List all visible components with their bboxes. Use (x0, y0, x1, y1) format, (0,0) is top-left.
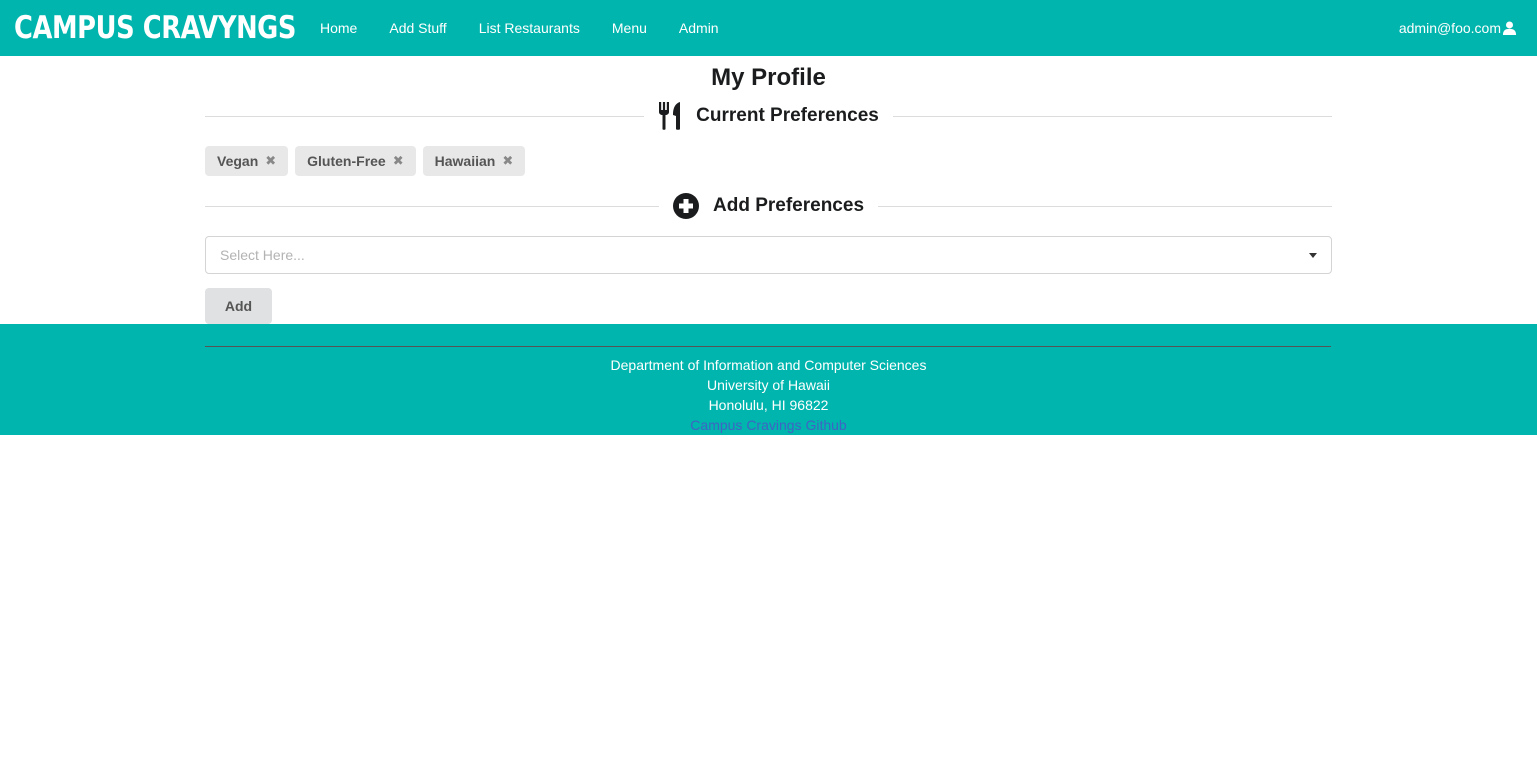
add-preferences-header: Add Preferences (659, 193, 878, 219)
divider-line (205, 115, 645, 117)
footer-address: Honolulu, HI 96822 (708, 397, 829, 413)
brand-logo[interactable]: CAMPUS CRAVYNGS (14, 0, 296, 56)
nav-item-home[interactable]: Home (320, 20, 357, 36)
current-preferences-label: Current Preferences (696, 105, 879, 126)
footer: Department of Information and Computer S… (0, 324, 1537, 435)
page-title: My Profile (711, 64, 826, 91)
nav-item-list-restaurants[interactable]: List Restaurants (479, 20, 580, 36)
current-preferences-divider: Current Preferences (205, 98, 1333, 134)
chevron-down-icon (1309, 253, 1317, 258)
nav-menu: Home Add Stuff List Restaurants Menu Adm… (320, 20, 751, 36)
divider-line (205, 205, 659, 207)
preference-label: Hawaiian (434, 153, 496, 169)
preference-chips: Vegan ✖ Gluten-Free ✖ Hawaiian ✖ (205, 146, 532, 176)
preference-label: Gluten-Free (307, 153, 386, 169)
divider-line (892, 115, 1333, 117)
preference-chip: Vegan ✖ (205, 146, 289, 176)
add-preferences-divider: Add Preferences (205, 188, 1333, 224)
preference-select[interactable]: Select Here... (205, 236, 1332, 274)
nav-item-menu[interactable]: Menu (612, 20, 647, 36)
divider-line (878, 205, 1333, 207)
utensils-icon (659, 102, 681, 130)
github-link[interactable]: Campus Cravings Github (690, 417, 846, 433)
close-icon[interactable]: ✖ (393, 153, 404, 169)
preference-chip: Gluten-Free ✖ (295, 146, 416, 176)
add-button[interactable]: Add (205, 288, 272, 324)
footer-university: University of Hawaii (707, 377, 830, 393)
plus-circle-icon (673, 193, 699, 219)
top-navbar: CAMPUS CRAVYNGS Home Add Stuff List Rest… (0, 0, 1537, 56)
footer-divider (205, 346, 1331, 347)
preference-label: Vegan (217, 153, 259, 169)
close-icon[interactable]: ✖ (265, 153, 276, 169)
footer-text: Department of Information and Computer S… (0, 355, 1537, 435)
user-icon (1502, 21, 1517, 35)
preference-chip: Hawaiian ✖ (422, 146, 526, 176)
footer-department: Department of Information and Computer S… (610, 357, 927, 373)
nav-item-add-stuff[interactable]: Add Stuff (389, 20, 446, 36)
add-preferences-label: Add Preferences (713, 195, 865, 216)
select-placeholder: Select Here... (220, 247, 305, 263)
close-icon[interactable]: ✖ (502, 153, 513, 169)
nav-item-admin[interactable]: Admin (679, 20, 719, 36)
user-dropdown[interactable]: admin@foo.com (1399, 0, 1517, 56)
current-preferences-header: Current Preferences (644, 102, 893, 130)
user-email: admin@foo.com (1398, 20, 1501, 36)
